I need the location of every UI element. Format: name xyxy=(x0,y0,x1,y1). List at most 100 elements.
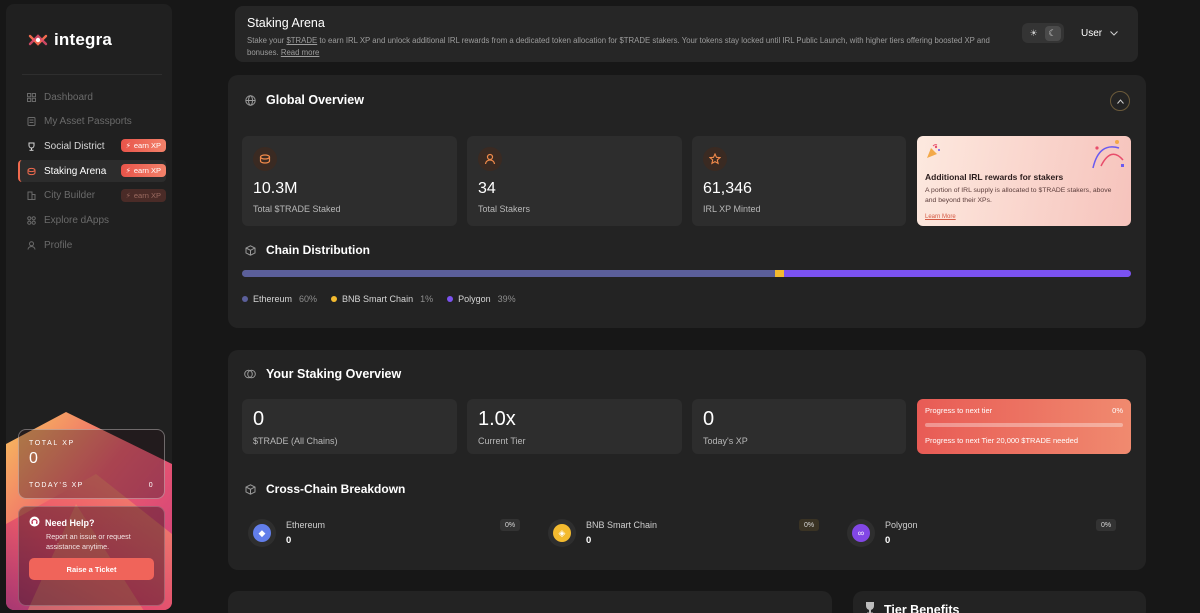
chain-distribution-heading: Chain Distribution xyxy=(244,243,370,257)
user-menu-label: User xyxy=(1081,27,1103,39)
user-icon xyxy=(478,147,502,171)
stat-label: Today's XP xyxy=(703,436,748,446)
bnb-icon: ◈ xyxy=(553,524,571,542)
xp-summary-card: TOTAL XP 0 TODAY'S XP 0 xyxy=(18,429,165,499)
coins-icon xyxy=(26,166,36,176)
legend-item-ethereum: Ethereum 60% xyxy=(242,294,317,304)
stat-value: 1.0x xyxy=(478,408,516,430)
your-staking-heading: Your Staking Overview xyxy=(244,367,401,381)
global-overview-panel: Global Overview 10.3M Total $TRADE Stake… xyxy=(228,75,1146,328)
chain-row-ethereum: ◆ Ethereum 0 0% xyxy=(228,513,521,553)
stat-todays-xp: 0 Today's XP xyxy=(692,399,906,454)
earn-xp-badge: ⚡ earn XP xyxy=(120,164,166,178)
sidebar-item-label: Dashboard xyxy=(44,91,93,103)
integra-logo-icon xyxy=(28,34,48,46)
chevron-down-icon xyxy=(1110,30,1118,36)
sidebar-item-label: Profile xyxy=(44,239,73,251)
stat-label: $TRADE (All Chains) xyxy=(253,436,338,446)
stat-value: 34 xyxy=(478,180,496,197)
stat-label: Total $TRADE Staked xyxy=(253,204,341,214)
trade-token-link[interactable]: $TRADE xyxy=(286,36,317,45)
raise-ticket-button[interactable]: Raise a Ticket xyxy=(29,558,154,580)
chevron-up-icon xyxy=(1116,98,1124,104)
passport-icon xyxy=(26,117,36,127)
your-staking-panel: Your Staking Overview 0 $TRADE (All Chai… xyxy=(228,350,1146,570)
chain-percent-badge: 0% xyxy=(799,519,820,531)
theme-toggle[interactable]: ☀ ☾ xyxy=(1022,23,1064,43)
sidebar-item-city-builder[interactable]: City Builder ⚡ earn XP xyxy=(18,185,166,207)
sun-icon[interactable]: ☀ xyxy=(1026,26,1042,41)
sidebar-nav: Dashboard My Asset Passports Social Dist… xyxy=(18,86,166,259)
irl-rewards-promo-card: Additional IRL rewards for stakers A por… xyxy=(917,136,1131,226)
chain-value: 0 xyxy=(586,535,592,546)
bottom-left-panel xyxy=(228,591,832,613)
chain-name: Polygon xyxy=(885,520,918,530)
sidebar-item-label: Staking Arena xyxy=(44,165,107,177)
tier-benefits-panel: Tier Benefits xyxy=(853,591,1146,613)
stat-value: 61,346 xyxy=(703,180,752,197)
stat-label: Total Stakers xyxy=(478,204,531,214)
tier-progress-bar xyxy=(925,423,1123,427)
bolt-icon: ⚡ xyxy=(125,166,131,176)
polygon-icon: ∞ xyxy=(852,524,870,542)
ethereum-icon: ◆ xyxy=(253,524,271,542)
sidebar-item-label: My Asset Passports xyxy=(44,116,132,128)
coins-stack-icon xyxy=(244,368,256,380)
bolt-icon: ⚡ xyxy=(125,190,131,200)
globe-icon xyxy=(244,94,256,106)
chain-name: Ethereum xyxy=(286,520,326,530)
sidebar-item-label: City Builder xyxy=(44,190,96,202)
chain-row-polygon: ∞ Polygon 0 0% xyxy=(827,513,1117,553)
earn-xp-badge: ⚡ earn XP xyxy=(120,139,166,153)
cube-icon xyxy=(244,483,256,495)
sidebar-divider xyxy=(22,74,162,75)
read-more-link[interactable]: Read more xyxy=(281,48,320,57)
sidebar-item-label: Social District xyxy=(44,140,105,152)
help-title: Need Help? xyxy=(29,516,154,529)
distribution-segment-bnb xyxy=(775,270,785,277)
moon-icon[interactable]: ☾ xyxy=(1044,25,1061,41)
user-menu[interactable]: User xyxy=(1071,23,1128,43)
cross-chain-heading: Cross-Chain Breakdown xyxy=(244,482,405,496)
sidebar-item-label: Explore dApps xyxy=(44,214,110,226)
sidebar-item-profile[interactable]: Profile xyxy=(18,234,166,256)
bolt-icon: ⚡ xyxy=(125,141,131,151)
earn-xp-badge: ⚡ earn XP xyxy=(120,188,166,202)
tier-benefits-heading: Tier Benefits xyxy=(863,601,960,613)
coins-icon xyxy=(253,147,277,171)
legend-item-polygon: Polygon 39% xyxy=(447,294,516,304)
total-xp-value: 0 xyxy=(29,450,38,467)
sidebar-item-social-district[interactable]: Social District ⚡ earn XP xyxy=(18,135,166,157)
stat-total-stakers: 34 Total Stakers xyxy=(467,136,682,226)
sidebar-item-staking-arena[interactable]: Staking Arena ⚡ earn XP xyxy=(18,160,166,183)
chain-value: 0 xyxy=(286,535,292,546)
distribution-segment-ethereum xyxy=(242,270,776,277)
legend-dot xyxy=(447,296,454,302)
tier-progress-note: Progress to next Tier 20,000 $TRADE need… xyxy=(925,436,1079,445)
cube-icon xyxy=(244,244,256,256)
todays-xp-value: 0 xyxy=(148,482,154,489)
collapse-button[interactable] xyxy=(1110,91,1130,111)
learn-more-link[interactable]: Learn More xyxy=(925,214,956,220)
sidebar-item-dashboard[interactable]: Dashboard xyxy=(18,86,166,108)
sidebar-item-explore-dapps[interactable]: Explore dApps xyxy=(18,209,166,231)
total-xp-label: TOTAL XP xyxy=(29,440,75,447)
tier-progress-card: Progress to next tier 0% Progress to nex… xyxy=(917,399,1131,454)
todays-xp-row: TODAY'S XP 0 xyxy=(29,482,154,489)
user-icon xyxy=(26,240,36,250)
party-popper-icon xyxy=(927,144,940,158)
confetti-icon xyxy=(1092,140,1124,169)
global-overview-heading: Global Overview xyxy=(244,93,364,107)
legend-dot xyxy=(331,296,338,302)
legend-item-bnb: BNB Smart Chain 1% xyxy=(331,294,433,304)
stat-label: IRL XP Minted xyxy=(703,204,761,214)
stat-my-trade: 0 $TRADE (All Chains) xyxy=(242,399,457,454)
stat-xp-minted: 61,346 IRL XP Minted xyxy=(692,136,906,226)
promo-text: A portion of IRL supply is allocated to … xyxy=(925,187,1112,204)
tier-progress-header: Progress to next tier 0% xyxy=(925,406,1123,415)
chain-row-bnb: ◈ BNB Smart Chain 0 0% xyxy=(528,513,820,553)
brand-logo[interactable]: integra xyxy=(28,30,112,50)
chain-name: BNB Smart Chain xyxy=(586,520,658,530)
sidebar-item-asset-passports[interactable]: My Asset Passports xyxy=(18,111,166,133)
page-header: Staking Arena Stake your $TRADE to earn … xyxy=(235,6,1138,62)
